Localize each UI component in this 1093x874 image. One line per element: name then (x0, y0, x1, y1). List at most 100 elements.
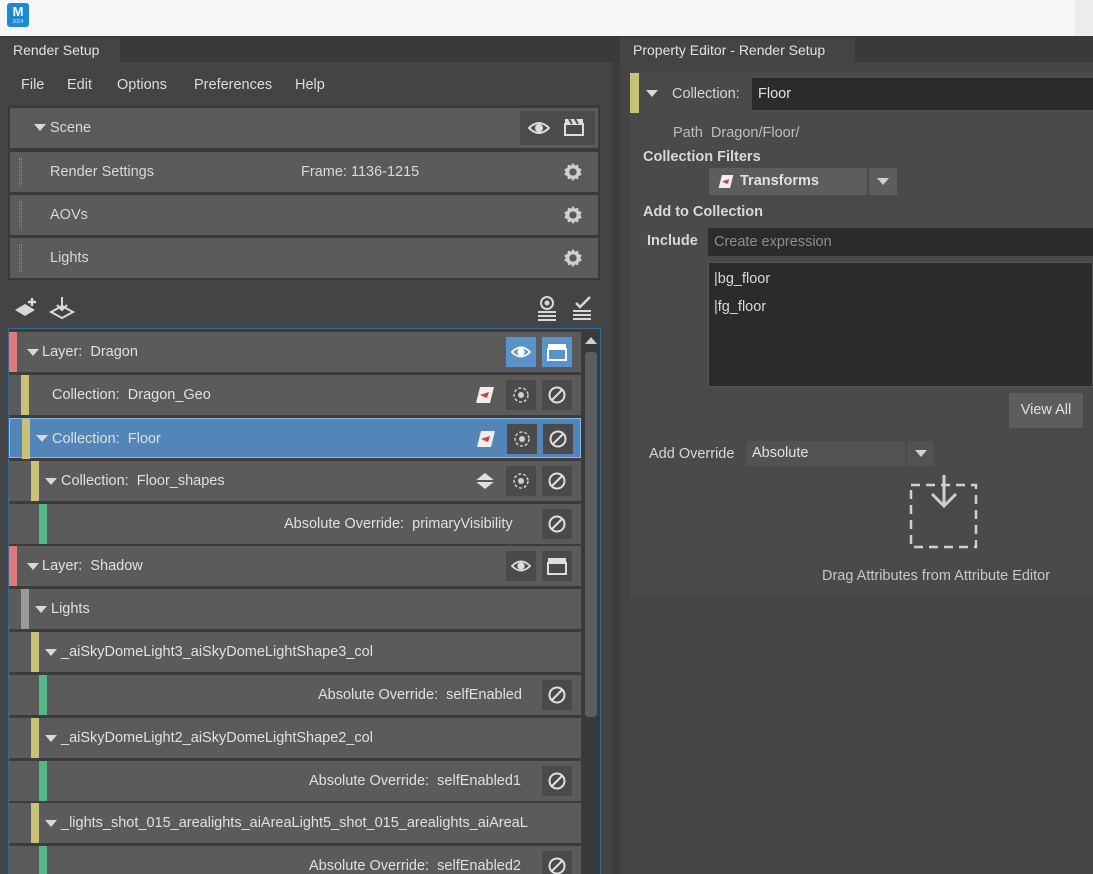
path-value: Dragon/Floor/ (710, 125, 800, 141)
menu-options[interactable]: Options (117, 77, 167, 93)
collapse-arrow-icon[interactable] (27, 349, 39, 356)
import-icon[interactable] (48, 295, 76, 323)
tree-row-collection-floor[interactable]: Collection: Floor (9, 418, 581, 459)
collapse-arrow-icon[interactable] (34, 124, 46, 131)
view-all-button[interactable]: View All (1009, 393, 1083, 428)
scene-row-render-settings[interactable]: Render Settings Frame: 1136-1215 (10, 152, 598, 192)
visible-layer-icon[interactable] (535, 296, 559, 322)
add-to-collection-heading: Add to Collection (643, 204, 764, 220)
tree-row-light-collection-2[interactable]: _aiSkyDomeLight2_aiSkyDomeLightShape2_co… (9, 718, 581, 758)
panel-divider[interactable] (612, 62, 620, 874)
layer-name: Dragon (90, 344, 138, 360)
tree-row-light-collection-3[interactable]: _lights_shot_015_arealights_aiAreaLight5… (9, 803, 581, 843)
gear-icon[interactable] (562, 247, 584, 269)
filter-dropdown[interactable]: Transforms (709, 168, 867, 195)
members-list[interactable]: |bg_floor |fg_floor (708, 262, 1093, 387)
tree-row-layer-dragon[interactable]: Layer: Dragon (9, 332, 581, 372)
layer-prefix: Layer: (42, 558, 83, 574)
enable-toggle[interactable] (542, 380, 572, 410)
enable-toggle[interactable] (542, 851, 572, 874)
renderable-layer-icon[interactable] (570, 295, 594, 322)
transform-filter-icon (477, 431, 495, 447)
tab-render-setup[interactable]: Render Setup (0, 38, 120, 64)
tree-row-override-self-enabled[interactable]: Absolute Override: selfEnabled (9, 675, 581, 715)
path-label: Path Dragon/Floor/ (673, 125, 800, 141)
tree-row-collection-dragon-geo[interactable]: Collection: Dragon_Geo (9, 375, 581, 415)
collapse-arrow-icon[interactable] (45, 649, 57, 656)
list-item[interactable]: |bg_floor (714, 271, 770, 287)
override-prefix: Absolute Override: (309, 773, 430, 789)
enable-toggle[interactable] (542, 766, 572, 796)
tree-row-collection-floor-shapes[interactable]: Collection: Floor_shapes (9, 461, 581, 501)
gear-icon[interactable] (562, 204, 584, 226)
collapse-arrow-icon[interactable] (646, 90, 658, 97)
tree-row-override-primary-visibility[interactable]: Absolute Override: primaryVisibility (9, 504, 581, 544)
override-prefix: Absolute Override: (318, 687, 439, 703)
collection-name-field[interactable]: Floor (752, 78, 1093, 110)
enable-toggle[interactable] (542, 509, 572, 539)
collapse-arrow-icon[interactable] (27, 563, 39, 570)
tree-row-override-self-enabled2[interactable]: Absolute Override: selfEnabled2 (9, 846, 581, 874)
collection-name: _aiSkyDomeLight2_aiSkyDomeLightShape2_co… (61, 730, 373, 746)
drag-grip-icon[interactable] (19, 244, 22, 272)
eye-icon (511, 346, 531, 358)
visibility-toggle[interactable] (506, 337, 536, 367)
menu-help[interactable]: Help (295, 77, 325, 93)
scene-row-lights[interactable]: Lights (10, 238, 598, 278)
renderable-toggle[interactable] (542, 337, 572, 367)
collapse-arrow-icon[interactable] (45, 478, 57, 485)
scroll-up-icon[interactable] (584, 335, 598, 345)
include-expression-input[interactable]: Create expression (708, 228, 1093, 256)
disable-icon (548, 515, 566, 533)
clapper-icon (547, 344, 567, 361)
menu-preferences[interactable]: Preferences (194, 77, 272, 93)
collapse-arrow-icon[interactable] (36, 435, 48, 442)
render-setup-tree: Layer: Dragon Collection: Dragon_Geo Col… (8, 328, 601, 874)
override-prefix: Absolute Override: (284, 516, 405, 532)
tree-row-layer-shadow[interactable]: Layer: Shadow (9, 546, 581, 586)
clapper-icon[interactable] (564, 118, 584, 136)
list-item[interactable]: |fg_floor (714, 299, 766, 315)
renderable-toggle[interactable] (542, 551, 572, 581)
add-override-dropdown[interactable]: Absolute (746, 441, 905, 466)
isolate-toggle[interactable] (507, 424, 537, 454)
collection-color-stripe (31, 461, 39, 501)
drag-grip-icon[interactable] (19, 201, 22, 229)
scene-header[interactable]: Scene (10, 108, 598, 148)
tree-row-override-self-enabled1[interactable]: Absolute Override: selfEnabled1 (9, 761, 581, 801)
drag-attributes-hint: Drag Attributes from Attribute Editor (822, 568, 1051, 584)
collapse-arrow-icon[interactable] (45, 735, 57, 742)
collection-name: Dragon_Geo (127, 387, 211, 403)
collection-color-stripe (31, 718, 39, 758)
tree-row-lights[interactable]: Lights (9, 589, 581, 629)
gear-icon[interactable] (562, 161, 584, 183)
isolate-icon (514, 431, 530, 447)
isolate-icon (513, 473, 529, 489)
isolate-toggle[interactable] (506, 466, 536, 496)
enable-toggle[interactable] (542, 466, 572, 496)
override-color-stripe (39, 846, 47, 874)
enable-toggle[interactable] (543, 424, 573, 454)
filter-dropdown-arrow[interactable] (869, 168, 897, 195)
tree-scroll-thumb[interactable] (585, 352, 597, 717)
window-titlebar (0, 0, 1093, 36)
collapse-arrow-icon[interactable] (45, 820, 57, 827)
enable-toggle[interactable] (542, 680, 572, 710)
menu-edit[interactable]: Edit (67, 77, 92, 93)
override-name: selfEnabled2 (437, 858, 521, 874)
create-layer-icon[interactable] (13, 296, 41, 322)
tree-row-light-collection-1[interactable]: _aiSkyDomeLight3_aiSkyDomeLightShape3_co… (9, 632, 581, 672)
menu-file[interactable]: File (21, 77, 44, 93)
drag-grip-icon[interactable] (19, 158, 22, 186)
clapper-icon (547, 558, 567, 575)
visibility-toggle[interactable] (506, 551, 536, 581)
isolate-toggle[interactable] (506, 380, 536, 410)
scene-row-aovs[interactable]: AOVs (10, 195, 598, 235)
drop-target-icon[interactable] (908, 472, 980, 552)
chevron-down-icon (914, 450, 927, 457)
eye-icon[interactable] (528, 118, 550, 138)
add-override-dropdown-arrow[interactable] (907, 441, 934, 466)
collapse-arrow-icon[interactable] (35, 606, 47, 613)
collection-color-stripe (22, 419, 30, 459)
tab-property-editor[interactable]: Property Editor - Render Setup (620, 38, 855, 64)
